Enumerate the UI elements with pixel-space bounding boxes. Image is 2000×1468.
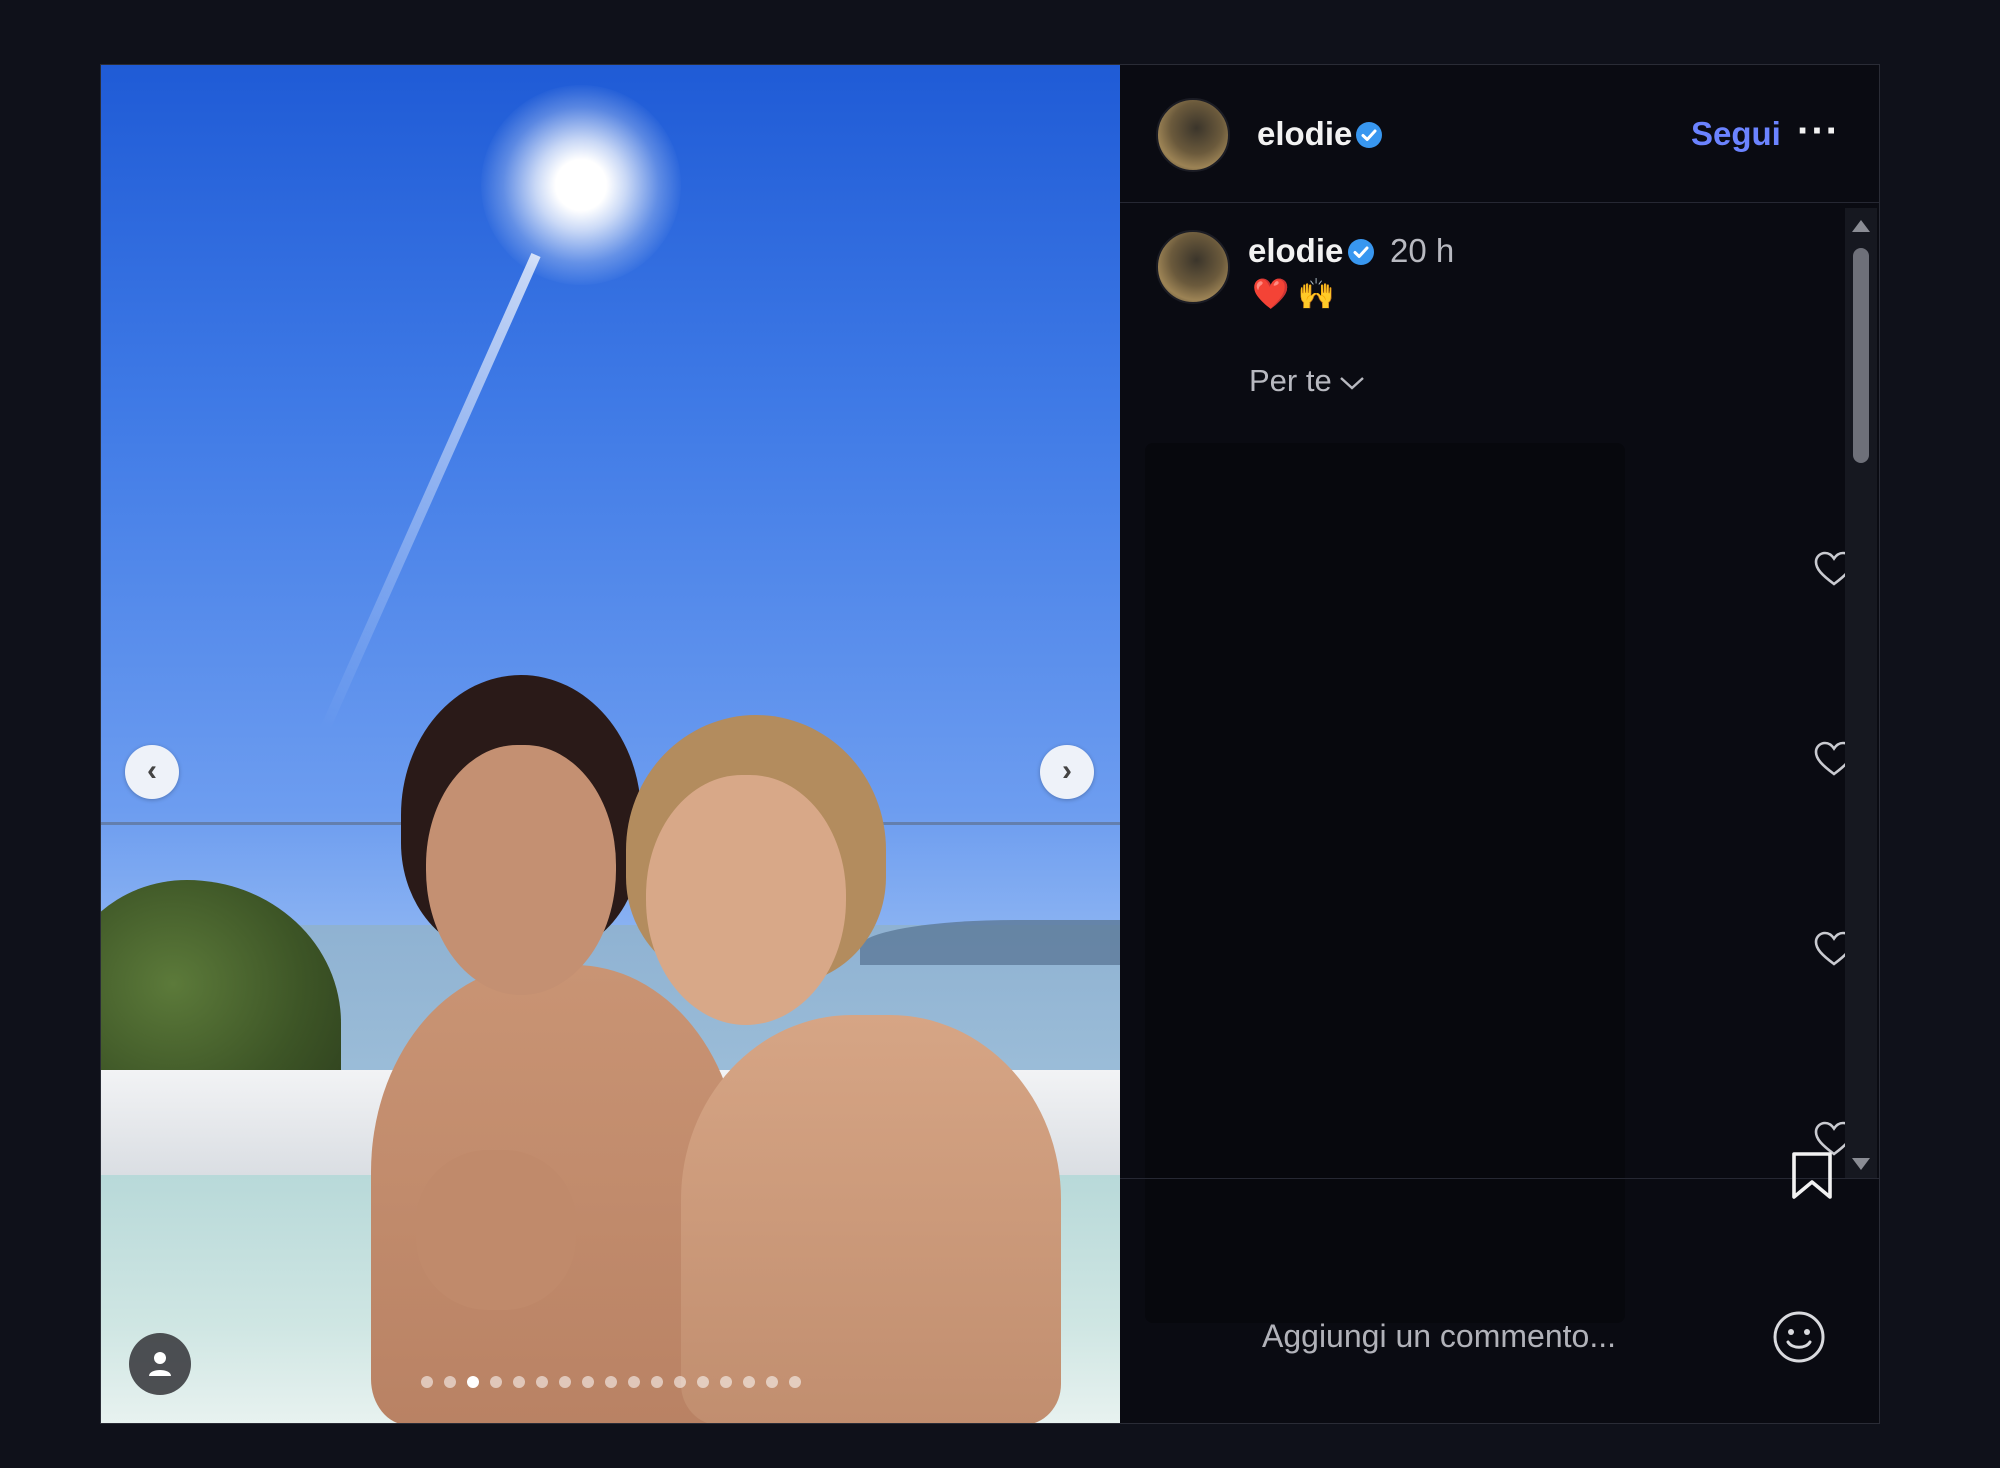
- scroll-up-arrow-icon[interactable]: [1852, 220, 1870, 232]
- caption-username[interactable]: elodie: [1248, 232, 1343, 270]
- carousel-dot: [742, 1376, 755, 1388]
- carousel-dot: [535, 1376, 548, 1388]
- chevron-left-icon[interactable]: ‹: [125, 745, 179, 799]
- author-username[interactable]: elodie: [1257, 115, 1352, 153]
- scroll-down-arrow-icon[interactable]: [1852, 1158, 1870, 1170]
- photo-person-right-face: [646, 775, 846, 1025]
- photo-arm: [416, 1150, 576, 1310]
- verified-badge-icon: [1348, 239, 1374, 265]
- post-header: elodie Segui ···: [1120, 65, 1879, 203]
- caption-avatar[interactable]: [1156, 230, 1230, 304]
- carousel-dot: [420, 1376, 433, 1388]
- smiley-icon[interactable]: [1772, 1310, 1826, 1364]
- post-photo[interactable]: ‹ ›: [101, 65, 1120, 1423]
- carousel-dots: [101, 1376, 1120, 1388]
- photo-sun: [481, 85, 681, 285]
- carousel-dot: [443, 1376, 456, 1388]
- avatar[interactable]: [1156, 98, 1230, 172]
- caption-text: ❤️ 🙌: [1252, 278, 1336, 311]
- more-options-icon[interactable]: ···: [1797, 109, 1840, 154]
- carousel-dot-active: [466, 1376, 479, 1388]
- comments-scrollbar[interactable]: [1845, 208, 1877, 1178]
- comment-input[interactable]: [1260, 1310, 1744, 1362]
- carousel-dot: [696, 1376, 709, 1388]
- scrollbar-thumb[interactable]: [1853, 248, 1869, 463]
- carousel-dot: [719, 1376, 732, 1388]
- chevron-right-icon[interactable]: ›: [1040, 745, 1094, 799]
- hidden-comments-area: [1145, 443, 1625, 1323]
- carousel-dot: [627, 1376, 640, 1388]
- user-icon: [149, 1352, 171, 1376]
- bookmark-icon[interactable]: [1790, 1151, 1834, 1201]
- carousel-dot: [558, 1376, 571, 1388]
- post-side-panel: elodie Segui ··· elodie 20 h ❤️ 🙌 Per te: [1120, 65, 1879, 1423]
- post-modal: ‹ › elodie Segui ··· elodie 20 h ❤️ 🙌 Pe…: [100, 64, 1880, 1424]
- photo-person-left-face: [426, 745, 616, 995]
- actions-divider: [1120, 1178, 1879, 1179]
- photo-person-right-body: [681, 1015, 1061, 1423]
- post-timestamp: 20 h: [1390, 232, 1455, 269]
- carousel-dot: [604, 1376, 617, 1388]
- verified-badge-icon: [1356, 122, 1382, 148]
- carousel-dot: [765, 1376, 778, 1388]
- carousel-dot: [581, 1376, 594, 1388]
- follow-button[interactable]: Segui: [1691, 115, 1781, 153]
- carousel-dot: [673, 1376, 686, 1388]
- sort-label: Per te: [1249, 363, 1332, 398]
- comments-sort-button[interactable]: Per te: [1249, 363, 1366, 399]
- carousel-dot: [650, 1376, 663, 1388]
- carousel-dot: [489, 1376, 502, 1388]
- carousel-dot: [788, 1376, 801, 1388]
- carousel-dot: [512, 1376, 525, 1388]
- chevron-down-icon: [1339, 376, 1364, 390]
- photo-lens-flare: [319, 252, 541, 733]
